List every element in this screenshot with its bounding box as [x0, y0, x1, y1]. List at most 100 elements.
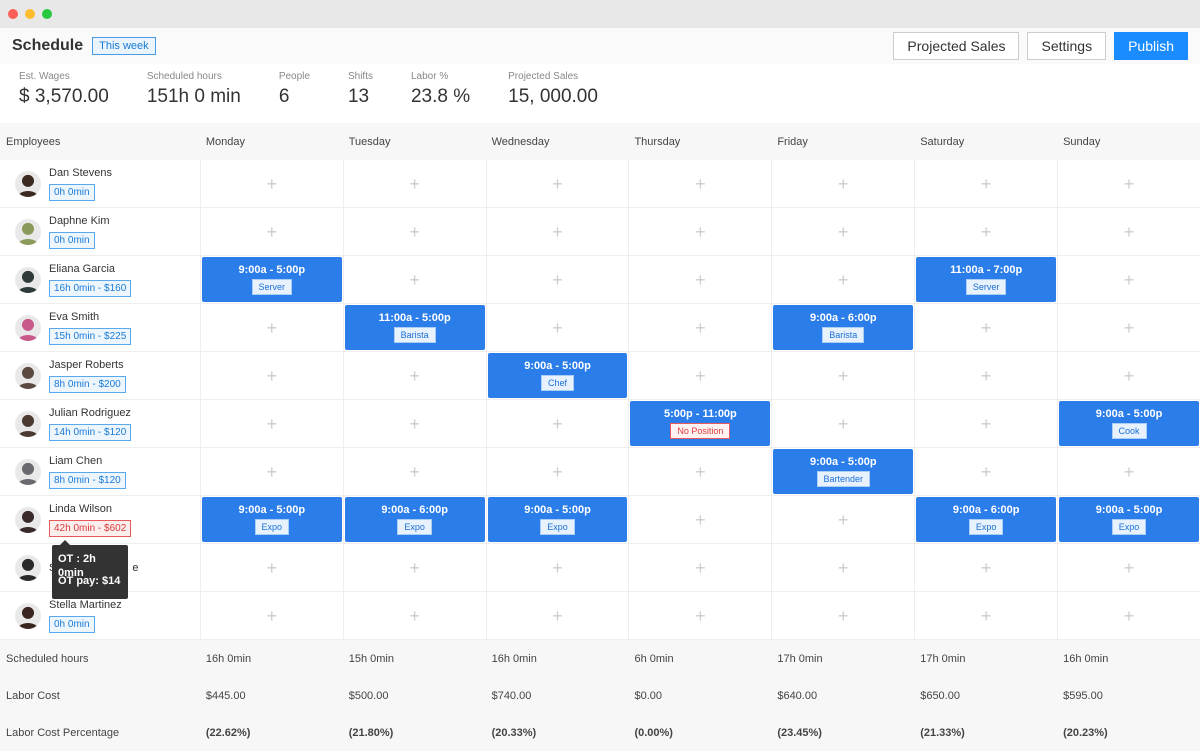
- add-shift-icon[interactable]: +: [981, 559, 992, 577]
- add-shift-icon[interactable]: +: [409, 271, 420, 289]
- day-cell[interactable]: +: [342, 448, 486, 495]
- day-cell[interactable]: 9:00a - 5:00p Expo: [1057, 496, 1200, 543]
- add-shift-icon[interactable]: +: [981, 175, 992, 193]
- day-cell[interactable]: +: [485, 256, 629, 303]
- day-cell[interactable]: +: [771, 256, 914, 303]
- employee-cell[interactable]: Daphne Kim 0h 0min: [0, 208, 200, 255]
- day-cell[interactable]: +: [342, 400, 486, 447]
- day-cell[interactable]: 9:00a - 5:00p Chef: [485, 352, 629, 399]
- shift-block[interactable]: 9:00a - 6:00p Expo: [344, 497, 485, 542]
- add-shift-icon[interactable]: +: [838, 271, 849, 289]
- settings-button[interactable]: Settings: [1027, 32, 1107, 60]
- day-cell[interactable]: +: [771, 208, 914, 255]
- add-shift-icon[interactable]: +: [1124, 367, 1135, 385]
- add-shift-icon[interactable]: +: [409, 415, 420, 433]
- day-cell[interactable]: +: [628, 256, 771, 303]
- add-shift-icon[interactable]: +: [552, 463, 563, 481]
- add-shift-icon[interactable]: +: [838, 175, 849, 193]
- add-shift-icon[interactable]: +: [409, 223, 420, 241]
- day-cell[interactable]: +: [342, 256, 486, 303]
- add-shift-icon[interactable]: +: [1124, 319, 1135, 337]
- day-cell[interactable]: +: [485, 544, 629, 591]
- add-shift-icon[interactable]: +: [267, 175, 278, 193]
- add-shift-icon[interactable]: +: [267, 415, 278, 433]
- day-cell[interactable]: +: [199, 544, 343, 591]
- day-cell[interactable]: +: [199, 400, 343, 447]
- add-shift-icon[interactable]: +: [838, 367, 849, 385]
- add-shift-icon[interactable]: +: [409, 607, 420, 625]
- day-cell[interactable]: +: [914, 448, 1057, 495]
- shift-block[interactable]: 11:00a - 5:00p Barista: [344, 305, 485, 350]
- day-cell[interactable]: 9:00a - 6:00p Expo: [342, 496, 486, 543]
- day-cell[interactable]: +: [628, 208, 771, 255]
- add-shift-icon[interactable]: +: [695, 367, 706, 385]
- day-cell[interactable]: +: [485, 592, 629, 639]
- add-shift-icon[interactable]: +: [409, 559, 420, 577]
- add-shift-icon[interactable]: +: [409, 175, 420, 193]
- day-cell[interactable]: +: [914, 304, 1057, 351]
- add-shift-icon[interactable]: +: [552, 319, 563, 337]
- add-shift-icon[interactable]: +: [1124, 223, 1135, 241]
- add-shift-icon[interactable]: +: [552, 559, 563, 577]
- day-cell[interactable]: +: [771, 352, 914, 399]
- employee-cell[interactable]: Jasper Roberts 8h 0min - $200: [0, 352, 200, 399]
- day-cell[interactable]: +: [199, 208, 343, 255]
- projected-sales-button[interactable]: Projected Sales: [893, 32, 1020, 60]
- shift-block[interactable]: 9:00a - 5:00p Expo: [1059, 497, 1199, 542]
- add-shift-icon[interactable]: +: [552, 271, 563, 289]
- add-shift-icon[interactable]: +: [267, 223, 278, 241]
- day-cell[interactable]: +: [628, 592, 771, 639]
- day-cell[interactable]: +: [1057, 256, 1200, 303]
- day-cell[interactable]: +: [1057, 160, 1200, 207]
- day-cell[interactable]: 9:00a - 5:00p Expo: [199, 496, 343, 543]
- day-cell[interactable]: +: [914, 352, 1057, 399]
- add-shift-icon[interactable]: +: [552, 175, 563, 193]
- add-shift-icon[interactable]: +: [981, 367, 992, 385]
- day-cell[interactable]: +: [1057, 208, 1200, 255]
- day-cell[interactable]: +: [199, 160, 343, 207]
- employee-cell[interactable]: Linda Wilson 42h 0min - $602: [0, 496, 200, 543]
- day-cell[interactable]: +: [628, 304, 771, 351]
- day-cell[interactable]: 9:00a - 5:00p Cook: [1057, 400, 1200, 447]
- add-shift-icon[interactable]: +: [1124, 463, 1135, 481]
- add-shift-icon[interactable]: +: [267, 607, 278, 625]
- day-cell[interactable]: +: [485, 160, 629, 207]
- publish-button[interactable]: Publish: [1114, 32, 1188, 60]
- add-shift-icon[interactable]: +: [695, 271, 706, 289]
- add-shift-icon[interactable]: +: [552, 223, 563, 241]
- employee-cell[interactable]: Dan Stevens 0h 0min: [0, 160, 200, 207]
- shift-block[interactable]: 9:00a - 6:00p Expo: [916, 497, 1057, 542]
- day-cell[interactable]: +: [628, 448, 771, 495]
- add-shift-icon[interactable]: +: [695, 319, 706, 337]
- add-shift-icon[interactable]: +: [695, 175, 706, 193]
- add-shift-icon[interactable]: +: [981, 223, 992, 241]
- day-cell[interactable]: +: [628, 160, 771, 207]
- day-cell[interactable]: +: [485, 400, 629, 447]
- employee-cell[interactable]: Eva Smith 15h 0min - $225: [0, 304, 200, 351]
- add-shift-icon[interactable]: +: [267, 319, 278, 337]
- add-shift-icon[interactable]: +: [409, 367, 420, 385]
- add-shift-icon[interactable]: +: [1124, 175, 1135, 193]
- day-cell[interactable]: +: [1057, 352, 1200, 399]
- add-shift-icon[interactable]: +: [838, 223, 849, 241]
- shift-block[interactable]: 11:00a - 7:00p Server: [916, 257, 1057, 302]
- day-cell[interactable]: +: [342, 592, 486, 639]
- add-shift-icon[interactable]: +: [838, 559, 849, 577]
- day-cell[interactable]: +: [342, 160, 486, 207]
- day-cell[interactable]: +: [199, 304, 343, 351]
- maximize-window-icon[interactable]: [42, 9, 52, 19]
- add-shift-icon[interactable]: +: [695, 463, 706, 481]
- shift-block[interactable]: 9:00a - 5:00p Chef: [487, 353, 628, 398]
- hours-badge[interactable]: 42h 0min - $602: [49, 520, 132, 537]
- add-shift-icon[interactable]: +: [267, 463, 278, 481]
- day-cell[interactable]: +: [914, 592, 1057, 639]
- day-cell[interactable]: +: [199, 352, 343, 399]
- day-cell[interactable]: +: [771, 496, 914, 543]
- add-shift-icon[interactable]: +: [267, 559, 278, 577]
- add-shift-icon[interactable]: +: [1124, 607, 1135, 625]
- add-shift-icon[interactable]: +: [981, 415, 992, 433]
- week-selector-badge[interactable]: This week: [92, 37, 156, 55]
- day-cell[interactable]: +: [485, 304, 629, 351]
- shift-block[interactable]: 9:00a - 5:00p Bartender: [773, 449, 914, 494]
- add-shift-icon[interactable]: +: [838, 511, 849, 529]
